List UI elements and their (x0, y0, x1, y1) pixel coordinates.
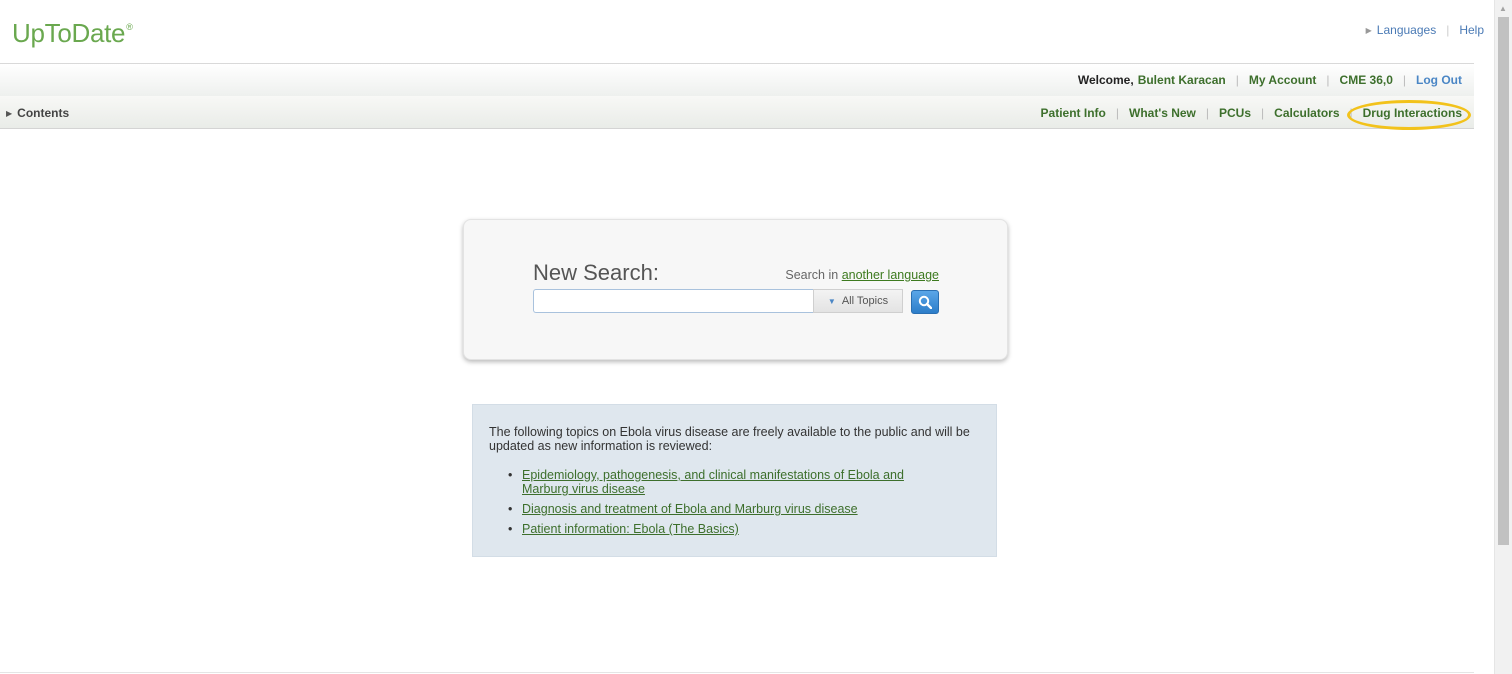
search-scope-value: All Topics (841, 295, 889, 307)
logout-link[interactable]: Log Out (1416, 73, 1462, 87)
welcome-label: Welcome, (1077, 73, 1134, 87)
nav-bar: ▶ Contents Patient Info | What's New | P… (0, 96, 1474, 129)
separator: | (1326, 73, 1330, 87)
separator: | (1115, 106, 1120, 120)
user-name: Bulent Karacan (1137, 73, 1226, 87)
help-link[interactable]: Help (1459, 23, 1484, 37)
top-links: ▶ Languages | Help (1366, 23, 1484, 37)
nav-calculators[interactable]: Calculators (1274, 106, 1339, 120)
search-button[interactable] (911, 290, 939, 314)
ebola-info-box: The following topics on Ebola virus dise… (472, 404, 997, 557)
separator: | (1402, 73, 1407, 87)
search-scope-dropdown[interactable]: ▼ All Topics (813, 289, 903, 313)
registered-mark: ® (126, 22, 133, 32)
list-item: Patient information: Ebola (The Basics) (507, 522, 947, 536)
nav-whats-new[interactable]: What's New (1129, 106, 1196, 120)
user-bar: Welcome, Bulent Karacan | My Account | C… (0, 63, 1474, 97)
caret-right-icon: ▶ (6, 108, 13, 118)
nav-pcus[interactable]: PCUs (1219, 106, 1251, 120)
list-item: Epidemiology, pathogenesis, and clinical… (507, 468, 947, 496)
languages-link[interactable]: Languages (1377, 23, 1436, 37)
my-account-link[interactable]: My Account (1249, 73, 1317, 87)
chevron-down-icon: ▼ (827, 296, 836, 306)
topic-link[interactable]: Diagnosis and treatment of Ebola and Mar… (522, 502, 858, 516)
nav-patient-info[interactable]: Patient Info (1041, 106, 1106, 120)
separator: | (1205, 106, 1210, 120)
cme-link[interactable]: CME 36,0 (1340, 73, 1393, 87)
separator: | (1446, 23, 1450, 37)
topic-list: Epidemiology, pathogenesis, and clinical… (507, 468, 947, 542)
uptodate-logo[interactable]: UpToDate® (12, 18, 133, 49)
contents-menu[interactable]: ▶ Contents (6, 106, 69, 120)
search-language: Search in another language (785, 268, 939, 282)
scroll-up-icon[interactable]: ▲ (1499, 4, 1507, 13)
separator: | (1261, 106, 1265, 120)
list-item: Diagnosis and treatment of Ebola and Mar… (507, 502, 947, 516)
search-input[interactable] (533, 289, 813, 313)
logo-text: UpToDate (12, 18, 126, 48)
another-language-link[interactable]: another language (842, 268, 939, 282)
separator: | (1235, 73, 1239, 87)
scrollbar-thumb[interactable] (1498, 17, 1509, 545)
nav-links: Patient Info | What's New | PCUs | Calcu… (1041, 106, 1462, 120)
footer-divider (0, 672, 1474, 673)
caret-right-icon: ▶ (1365, 25, 1372, 35)
vertical-scrollbar[interactable]: ▲ (1494, 0, 1512, 674)
contents-label: Contents (17, 106, 70, 120)
topic-link[interactable]: Epidemiology, pathogenesis, and clinical… (522, 468, 904, 496)
separator: | (1349, 106, 1353, 120)
nav-drug-interactions[interactable]: Drug Interactions (1363, 106, 1462, 120)
info-intro: The following topics on Ebola virus dise… (489, 425, 970, 453)
search-panel: New Search: Search in another language ▼… (463, 219, 1008, 360)
topic-link[interactable]: Patient information: Ebola (The Basics) (522, 522, 739, 536)
search-icon (918, 295, 932, 309)
search-title: New Search: (533, 260, 659, 285)
search-language-prefix: Search in (785, 268, 839, 282)
